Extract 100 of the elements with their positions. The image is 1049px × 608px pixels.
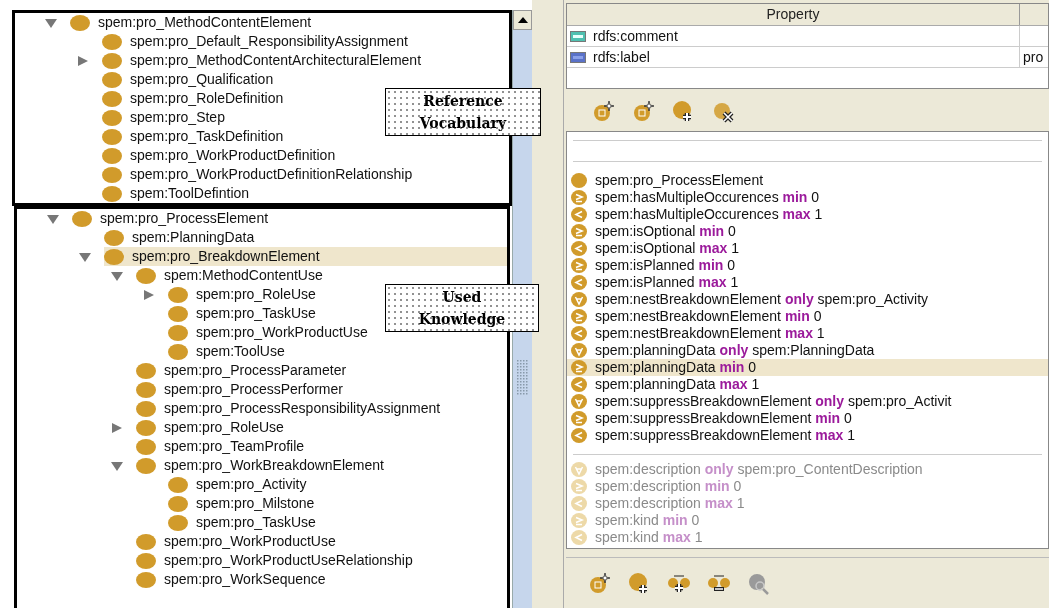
- tree-item[interactable]: spem:ToolDefintion: [102, 184, 262, 203]
- tree-item[interactable]: spem:pro_Qualification: [102, 70, 286, 89]
- circle-star-icon[interactable]: [592, 99, 615, 123]
- restriction-text: spem:hasMultipleOccurences min 0: [595, 188, 820, 207]
- restriction-row[interactable]: spem:planningData min 0: [567, 359, 1048, 376]
- restriction-row[interactable]: spem:planningData only spem:PlanningData: [567, 342, 1048, 359]
- tree-item[interactable]: spem:pro_TaskUse: [168, 513, 328, 532]
- annotation-text: Used: [442, 288, 482, 307]
- max-restriction-icon: [570, 275, 588, 290]
- min-restriction-icon: [570, 190, 588, 205]
- restriction-row[interactable]: spem:pro_ProcessElement: [567, 172, 1048, 189]
- circle-search-icon[interactable]: [748, 571, 771, 595]
- min-restriction-icon: [570, 513, 588, 528]
- tree-item[interactable]: spem:pro_RoleUse: [136, 418, 296, 437]
- tree-item[interactable]: spem:pro_WorkProductUse: [168, 323, 380, 342]
- restriction-row[interactable]: spem:description min 0: [567, 478, 1048, 495]
- restriction-row[interactable]: spem:suppressBreakdownElement min 0: [567, 410, 1048, 427]
- tree-item[interactable]: spem:pro_WorkProductDefinition: [102, 146, 348, 165]
- restriction-row[interactable]: spem:hasMultipleOccurences min 0: [567, 189, 1048, 206]
- collapse-arrow-icon[interactable]: [44, 16, 58, 29]
- tree-item-label: spem:pro_ProcessParameter: [164, 361, 347, 380]
- tree-item[interactable]: spem:pro_Milstone: [168, 494, 327, 513]
- tree-item[interactable]: spem:pro_TeamProfile: [136, 437, 317, 456]
- circle-star-icon[interactable]: [588, 571, 611, 595]
- restriction-row[interactable]: spem:nestBreakdownElement max 1: [567, 325, 1048, 342]
- class-icon: [168, 514, 188, 531]
- tree-item[interactable]: spem:pro_WorkProductUse: [136, 532, 348, 551]
- expand-arrow-icon[interactable]: [110, 421, 124, 434]
- restriction-row[interactable]: spem:hasMultipleOccurences max 1: [567, 206, 1048, 223]
- class-icon: [136, 362, 156, 379]
- tree-item-label: spem:pro_Step: [130, 108, 225, 127]
- restriction-row[interactable]: spem:suppressBreakdownElement max 1: [567, 427, 1048, 444]
- restriction-row[interactable]: spem:nestBreakdownElement min 0: [567, 308, 1048, 325]
- tree-item-label: spem:pro_RoleUse: [196, 285, 316, 304]
- restriction-row[interactable]: spem:isPlanned min 0: [567, 257, 1048, 274]
- table-cell-text: rdfs:label: [593, 47, 650, 67]
- restriction-text: spem:suppressBreakdownElement min 0: [595, 409, 852, 428]
- restriction-row[interactable]: spem:isPlanned max 1: [567, 274, 1048, 291]
- max-restriction-icon: [570, 428, 588, 443]
- max-restriction-icon: [570, 377, 588, 392]
- restriction-row[interactable]: spem:kind min 0: [567, 512, 1048, 529]
- restriction-text: spem:description min 0: [595, 477, 742, 496]
- restriction-text: spem:isOptional max 1: [595, 239, 739, 258]
- restriction-row[interactable]: spem:isOptional min 0: [567, 223, 1048, 240]
- annotation-text: Vocabulary: [419, 114, 507, 133]
- collapse-arrow-icon[interactable]: [110, 459, 124, 472]
- tree-item[interactable]: spem:pro_MethodContentElement: [70, 13, 324, 32]
- tree-item-label: spem:pro_TeamProfile: [164, 437, 305, 456]
- tree-item[interactable]: spem:ToolUse: [168, 342, 297, 361]
- up-arrow-icon: [517, 17, 528, 23]
- tree-item-label: spem:pro_WorkProductUse: [196, 323, 368, 342]
- class-icon: [168, 476, 188, 493]
- tree-item[interactable]: spem:pro_RoleDefinition: [102, 89, 296, 108]
- tree-item[interactable]: spem:pro_ProcessPerformer: [136, 380, 355, 399]
- tree-item-label: spem:pro_MethodContentElement: [98, 13, 312, 32]
- class-icon: [104, 229, 124, 246]
- tree-item-label: spem:pro_WorkSequence: [164, 570, 326, 589]
- expand-arrow-icon[interactable]: [142, 288, 156, 301]
- restriction-row[interactable]: spem:nestBreakdownElement only spem:pro_Activity: [567, 291, 1048, 308]
- tree-item[interactable]: spem:PlanningData: [104, 228, 267, 247]
- restriction-row[interactable]: spem:description only spem:pro_ContentDescription: [567, 461, 1048, 478]
- tree-item[interactable]: spem:pro_RoleUse: [168, 285, 328, 304]
- restriction-row[interactable]: spem:suppressBreakdownElement only spem:pro_Activit: [567, 393, 1048, 410]
- collapse-arrow-icon[interactable]: [110, 269, 124, 282]
- tree-item[interactable]: spem:pro_Step: [102, 108, 237, 127]
- restriction-text: spem:kind max 1: [595, 528, 703, 547]
- restriction-text: spem:nestBreakdownElement only spem:pro_Activity: [595, 290, 929, 309]
- tree-item[interactable]: spem:pro_TaskDefinition: [102, 127, 296, 146]
- tree-item[interactable]: spem:pro_TaskUse: [168, 304, 328, 323]
- tree-item-label: spem:pro_ProcessPerformer: [164, 380, 343, 399]
- expand-arrow-icon[interactable]: [76, 54, 90, 67]
- tree-item[interactable]: spem:pro_Activity: [168, 475, 319, 494]
- restriction-text: spem:planningData only spem:PlanningData: [595, 341, 875, 360]
- tree-item-label: spem:pro_BreakdownElement: [132, 247, 320, 266]
- annotation-text: Reference: [423, 92, 503, 111]
- class-icon: [136, 457, 156, 474]
- collapse-arrow-icon[interactable]: [46, 212, 60, 225]
- table-cell-text: pro: [1023, 47, 1044, 67]
- tree-item-label: spem:pro_RoleUse: [164, 418, 284, 437]
- tree-item[interactable]: spem:pro_WorkBreakdownElement: [136, 456, 396, 475]
- min-restriction-icon: [570, 411, 588, 426]
- only-restriction-icon: [570, 292, 588, 307]
- min-restriction-icon: [570, 360, 588, 375]
- scroll-up-button[interactable]: [513, 10, 532, 30]
- restriction-row[interactable]: spem:planningData max 1: [567, 376, 1048, 393]
- restriction-text: spem:description only spem:pro_ContentDescription: [595, 460, 923, 479]
- restriction-row[interactable]: spem:description max 1: [567, 495, 1048, 512]
- collapse-arrow-icon[interactable]: [78, 250, 92, 263]
- tree-item[interactable]: spem:pro_ProcessElement: [72, 209, 281, 228]
- annotation-text: Knowledge: [418, 310, 506, 329]
- restriction-row[interactable]: spem:kind max 1: [567, 529, 1048, 546]
- tree-item[interactable]: spem:pro_WorkSequence: [136, 570, 338, 589]
- tree-item[interactable]: spem:pro_BreakdownElement: [104, 247, 507, 266]
- class-icon: [136, 381, 156, 398]
- restriction-text: spem:kind min 0: [595, 511, 700, 530]
- tree-item[interactable]: spem:MethodContentUse: [136, 266, 335, 285]
- circle-star-icon[interactable]: [632, 99, 655, 123]
- tree-item[interactable]: spem:pro_ProcessParameter: [136, 361, 359, 380]
- min-restriction-icon: [570, 479, 588, 494]
- restriction-row[interactable]: spem:isOptional max 1: [567, 240, 1048, 257]
